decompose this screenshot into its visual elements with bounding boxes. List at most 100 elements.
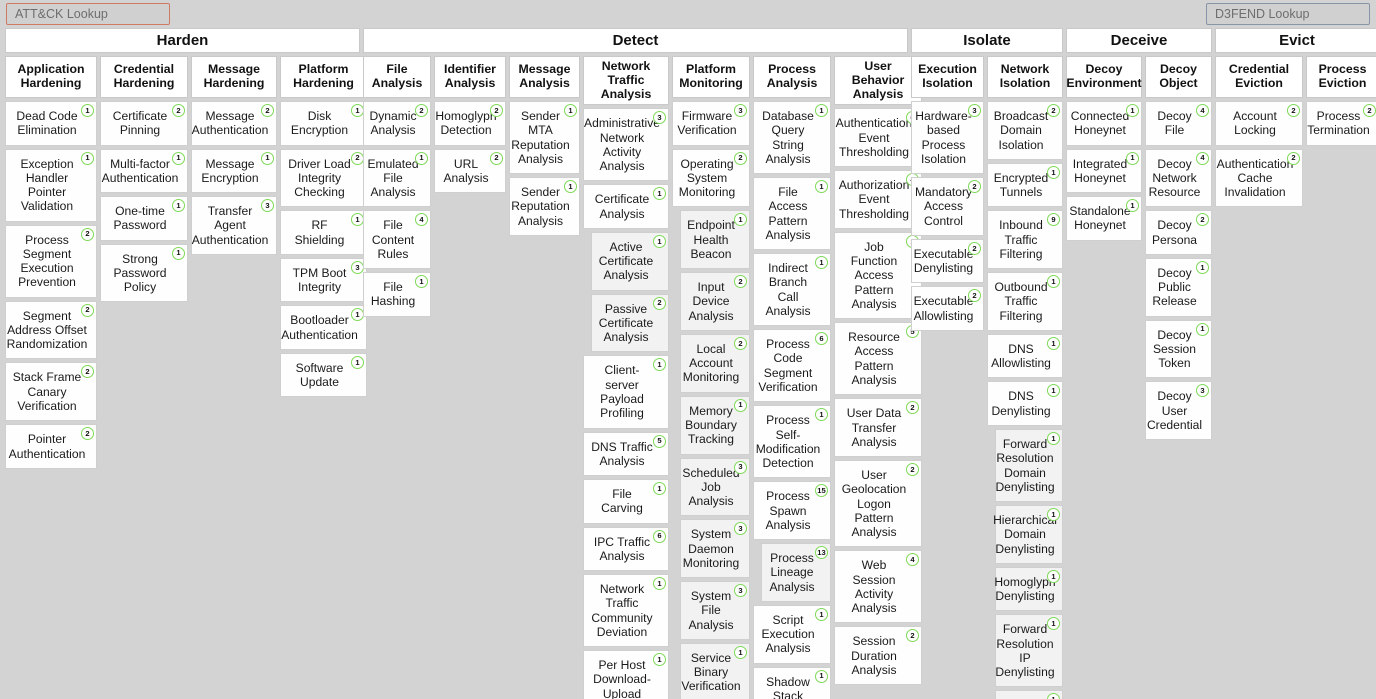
- base-column-header[interactable]: Platform Monitoring: [672, 56, 750, 98]
- technique-card[interactable]: Message Authentication 2: [191, 101, 277, 146]
- technique-card[interactable]: Message Encryption 1: [191, 148, 277, 194]
- technique-card[interactable]: System File Analysis 3: [680, 581, 750, 640]
- d3fend-lookup-input[interactable]: D3FEND Lookup: [1206, 3, 1370, 25]
- technique-card[interactable]: Decoy Persona 2: [1145, 210, 1212, 255]
- technique-card[interactable]: Account Locking 2: [1215, 101, 1303, 146]
- technique-card[interactable]: User Geolocation Logon Pattern Analysis 2: [834, 460, 922, 548]
- technique-card[interactable]: Process Segment Execution Prevention 2: [5, 224, 97, 298]
- technique-card[interactable]: Session Duration Analysis 2: [834, 626, 922, 686]
- technique-card[interactable]: Per Host Download-Upload Ratio Analysis1: [583, 650, 669, 699]
- technique-card[interactable]: File Access Pattern Analysis 1: [753, 177, 831, 251]
- base-column-header[interactable]: Process Eviction: [1306, 56, 1376, 98]
- technique-card[interactable]: Firmware Verification 3: [672, 101, 750, 146]
- technique-card[interactable]: Process Lineage Analysis 13: [761, 543, 831, 602]
- technique-card[interactable]: Operating System Monitoring 2: [672, 148, 750, 208]
- technique-card[interactable]: Endpoint Health Beacon 1: [680, 210, 750, 270]
- technique-card[interactable]: Dynamic Analysis 2: [363, 101, 431, 146]
- technique-card[interactable]: Integrated Honeynet 1: [1066, 148, 1142, 194]
- base-column-header[interactable]: Platform Hardening: [280, 56, 367, 98]
- base-column-header[interactable]: Network Isolation: [987, 56, 1063, 98]
- technique-card[interactable]: Authentication Event Thresholding6: [834, 108, 922, 168]
- base-column-header[interactable]: Credential Eviction: [1215, 56, 1303, 98]
- technique-card[interactable]: Standalone Honeynet 1: [1066, 196, 1142, 241]
- technique-card[interactable]: One-time Password 1: [100, 196, 188, 241]
- technique-card[interactable]: DNS Traffic Analysis 5: [583, 431, 669, 477]
- technique-card[interactable]: Authentication Cache Invalidation 2: [1215, 148, 1303, 208]
- technique-card[interactable]: Driver Load Integrity Checking 2: [280, 148, 367, 208]
- technique-card[interactable]: Authorization Event Thresholding4: [834, 170, 922, 229]
- technique-card[interactable]: Transfer Agent Authentication 3: [191, 196, 277, 255]
- technique-card[interactable]: Indirect Branch Call Analysis 1: [753, 253, 831, 327]
- technique-card[interactable]: Certificate Pinning 2: [100, 101, 188, 146]
- technique-card[interactable]: Database Query String Analysis 1: [753, 101, 831, 175]
- base-column-header[interactable]: Decoy Object: [1145, 56, 1212, 98]
- technique-card[interactable]: Homoglyph Denylisting 1: [994, 566, 1063, 612]
- technique-card[interactable]: Resource Access Pattern Analysis 5: [834, 322, 922, 396]
- technique-card[interactable]: Broadcast Domain Isolation 2: [987, 101, 1063, 160]
- technique-card[interactable]: Process Code Segment Verification 6: [753, 329, 831, 403]
- technique-card[interactable]: Inbound Traffic Filtering 9: [987, 210, 1063, 270]
- technique-card[interactable]: Homoglyph Detection 2: [434, 101, 506, 146]
- tactic-title[interactable]: Harden: [5, 28, 360, 53]
- technique-card[interactable]: Shadow Stack Comparisons 1: [753, 666, 831, 699]
- base-column-header[interactable]: Message Hardening: [191, 56, 277, 98]
- technique-card[interactable]: Client-server Payload Profiling 1: [583, 355, 669, 429]
- base-column-header[interactable]: Execution Isolation: [911, 56, 984, 98]
- technique-card[interactable]: Bootloader Authentication 1: [280, 305, 367, 350]
- base-column-header[interactable]: Message Analysis: [509, 56, 580, 98]
- technique-card[interactable]: Disk Encryption 1: [280, 101, 367, 146]
- tactic-title[interactable]: Isolate: [911, 28, 1063, 53]
- technique-card[interactable]: DNS Allowlisting 1: [987, 333, 1063, 379]
- technique-card[interactable]: Dead Code Elimination 1: [5, 101, 97, 146]
- technique-card[interactable]: Encrypted Tunnels 1: [987, 162, 1063, 208]
- base-column-header[interactable]: Credential Hardening: [100, 56, 188, 98]
- technique-card[interactable]: Forward Resolution IP Denylisting 1: [995, 614, 1063, 688]
- tactic-title[interactable]: Detect: [363, 28, 908, 53]
- technique-card[interactable]: File Carving 1: [583, 479, 669, 524]
- technique-card[interactable]: RF Shielding 1: [280, 210, 367, 255]
- technique-card[interactable]: Connected Honeynet 1: [1066, 101, 1142, 146]
- technique-card[interactable]: URL Analysis 2: [434, 148, 506, 194]
- technique-card[interactable]: Reverse Resolution IP Denylisting1: [995, 690, 1063, 699]
- technique-card[interactable]: Forward Resolution Domain Denylisting 1: [995, 428, 1063, 503]
- technique-card[interactable]: Software Update 1: [280, 352, 367, 398]
- technique-card[interactable]: Process Spawn Analysis 15: [753, 481, 831, 541]
- technique-card[interactable]: Network Traffic Community Deviation 1: [583, 574, 669, 648]
- technique-card[interactable]: Decoy Public Release 1: [1145, 257, 1212, 317]
- technique-card[interactable]: User Data Transfer Analysis 2: [834, 398, 922, 458]
- technique-card[interactable]: Decoy Session Token 1: [1145, 319, 1212, 379]
- technique-card[interactable]: Decoy Network Resource 4: [1145, 148, 1212, 208]
- technique-card[interactable]: File Hashing 1: [363, 272, 431, 317]
- technique-card[interactable]: Memory Boundary Tracking 1: [680, 395, 750, 455]
- technique-card[interactable]: Strong Password Policy 1: [100, 243, 188, 303]
- technique-card[interactable]: Decoy User Credential 3: [1145, 381, 1212, 441]
- technique-card[interactable]: Scheduled Job Analysis 3: [680, 457, 750, 517]
- technique-card[interactable]: Segment Address Offset Randomization 2: [5, 300, 97, 360]
- tactic-title[interactable]: Deceive: [1066, 28, 1212, 53]
- technique-card[interactable]: Sender Reputation Analysis 1: [509, 177, 580, 236]
- technique-card[interactable]: Stack Frame Canary Verification 2: [5, 362, 97, 422]
- technique-card[interactable]: IPC Traffic Analysis 6: [583, 526, 669, 572]
- base-column-header[interactable]: Process Analysis: [753, 56, 831, 98]
- technique-card[interactable]: Multi-factor Authentication 1: [100, 148, 188, 194]
- technique-card[interactable]: Executable Allowlisting 2: [911, 286, 984, 331]
- base-column-header[interactable]: File Analysis: [363, 56, 431, 98]
- base-column-header[interactable]: User Behavior Analysis: [834, 56, 922, 106]
- technique-card[interactable]: Input Device Analysis 2: [680, 272, 750, 331]
- technique-card[interactable]: Active Certificate Analysis 1: [591, 231, 669, 291]
- technique-card[interactable]: Emulated File Analysis 1: [363, 148, 431, 208]
- technique-card[interactable]: Job Function Access Pattern Analysis1: [834, 231, 922, 320]
- technique-card[interactable]: Script Execution Analysis 1: [753, 604, 831, 664]
- technique-card[interactable]: Certificate Analysis 1: [583, 184, 669, 229]
- technique-card[interactable]: System Daemon Monitoring 3: [680, 519, 750, 579]
- technique-card[interactable]: Decoy File 4: [1145, 101, 1212, 146]
- technique-card[interactable]: Mandatory Access Control 2: [911, 177, 984, 236]
- base-column-header[interactable]: Decoy Environment: [1066, 56, 1142, 98]
- technique-card[interactable]: Process Self-Modification Detection 1: [753, 405, 831, 479]
- technique-card[interactable]: File Content Rules 4: [363, 210, 431, 270]
- technique-card[interactable]: TPM Boot Integrity 3: [280, 257, 367, 303]
- base-column-header[interactable]: Application Hardening: [5, 56, 97, 98]
- technique-card[interactable]: Hardware-based Process Isolation 3: [911, 101, 984, 175]
- technique-card[interactable]: Outbound Traffic Filtering 1: [987, 272, 1063, 331]
- base-column-header[interactable]: Identifier Analysis: [434, 56, 506, 98]
